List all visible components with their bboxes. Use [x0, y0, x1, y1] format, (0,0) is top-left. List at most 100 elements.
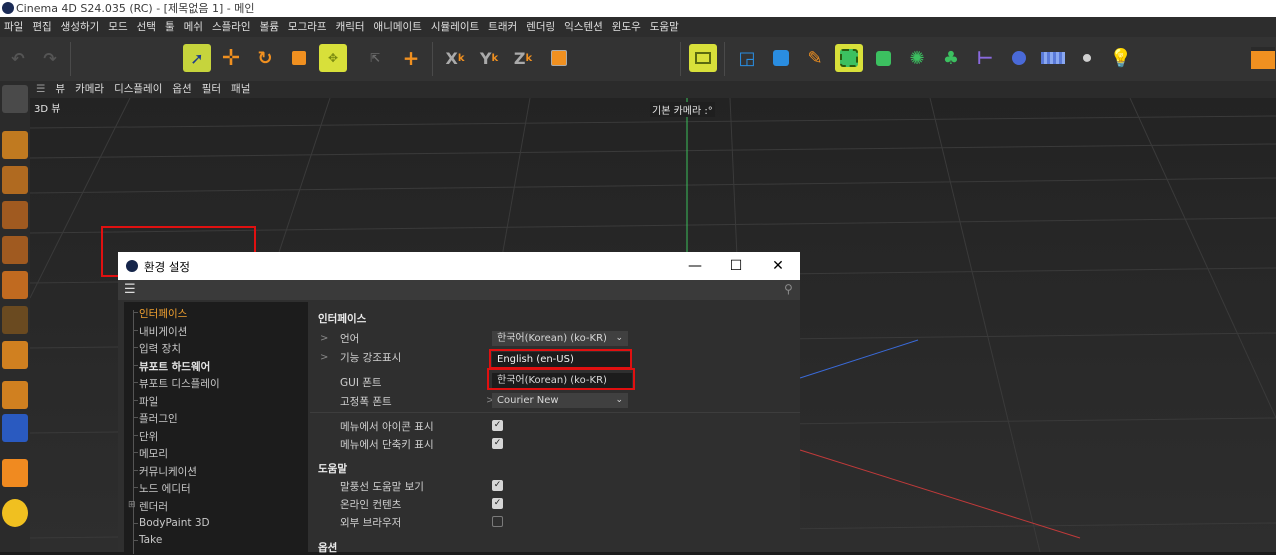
axis-center-icon[interactable]: + [397, 44, 425, 72]
menu-mograph[interactable]: 모그라프 [288, 21, 327, 33]
light-icon[interactable]: 💡 [1107, 44, 1135, 72]
tree-item-units[interactable]: 단위 [139, 429, 158, 444]
menu-window[interactable]: 윈도우 [612, 21, 641, 33]
chevron-down-icon: ⌄ [615, 333, 623, 343]
language-dropdown-value: 한국어(Korean) (ko-KR) [497, 333, 607, 344]
viewport-menu-view[interactable]: 뷰 [55, 83, 65, 95]
menu-tools[interactable]: 툴 [165, 21, 175, 33]
show-shortcuts-in-menus-checkbox[interactable]: ✓ [492, 438, 503, 449]
move-tool-icon[interactable]: ✛ [217, 44, 245, 72]
menu-edit[interactable]: 편집 [32, 21, 51, 33]
tree-item-input-devices[interactable]: 입력 장치 [139, 341, 181, 356]
make-editable-icon[interactable] [2, 85, 28, 113]
texture-mode-icon[interactable] [2, 166, 28, 194]
menu-file[interactable]: 파일 [4, 21, 23, 33]
tree-item-viewport-hardware[interactable]: 뷰포트 하드웨어 [139, 359, 210, 374]
close-icon[interactable]: ✕ [766, 256, 790, 276]
tree-item-interface[interactable]: 인터페이스 [139, 306, 187, 321]
dialog-titlebar[interactable]: 환경 설정 — ☐ ✕ [118, 252, 800, 280]
language-dropdown[interactable]: 한국어(Korean) (ko-KR) ⌄ [492, 331, 628, 346]
grid-snap-icon[interactable] [2, 414, 28, 442]
deformer-icon[interactable]: ⊢ [971, 44, 999, 72]
tree-item-files[interactable]: 파일 [139, 394, 158, 409]
menu-tracker[interactable]: 트래커 [488, 21, 517, 33]
window-titlebar: Cinema 4D S24.035 (RC) - [제목없음 1] - 메인 [0, 0, 1276, 17]
online-content-checkbox[interactable]: ✓ [492, 498, 503, 509]
tree-item-plugins[interactable]: 플러그인 [139, 411, 178, 426]
preferences-dialog: 환경 설정 — ☐ ✕ ☰ ⚲ 인터페이스 내비게이션 입력 장치 뷰포트 하드… [118, 252, 800, 554]
show-icons-in-menus-checkbox[interactable]: ✓ [492, 420, 503, 431]
lock-x-axis-icon[interactable]: Xk [441, 44, 469, 72]
viewport-menu-camera[interactable]: 카메라 [75, 83, 104, 95]
menu-character[interactable]: 캐릭터 [336, 21, 365, 33]
axis-y-sub: k [491, 52, 499, 64]
render-region-icon[interactable] [689, 44, 717, 72]
viewport-menu-options[interactable]: 옵션 [172, 83, 191, 95]
tree-item-memory[interactable]: 메모리 [139, 446, 168, 461]
polygon-mode-icon[interactable] [2, 271, 28, 299]
viewport-menu-panel[interactable]: 패널 [231, 83, 250, 95]
menu-select[interactable]: 선택 [137, 21, 156, 33]
menu-volume[interactable]: 볼륨 [260, 21, 279, 33]
hamburger-menu-icon[interactable]: ☰ [124, 282, 136, 297]
menu-mode[interactable]: 모드 [108, 21, 127, 33]
axis-mode-icon[interactable] [2, 341, 28, 369]
solo-icon[interactable] [2, 499, 28, 527]
menu-create[interactable]: 생성하기 [61, 21, 100, 33]
array-icon[interactable]: ♣ [937, 44, 965, 72]
lock-y-axis-icon[interactable]: Yk [475, 44, 503, 72]
uv-mode-icon[interactable] [2, 306, 28, 334]
minimize-icon[interactable]: — [683, 256, 707, 276]
null-object-icon[interactable]: ◲ [733, 44, 761, 72]
transform-tool-icon[interactable]: ✥ [319, 44, 347, 72]
coordinate-system-icon[interactable] [545, 44, 573, 72]
menu-spline[interactable]: 스플라인 [212, 21, 251, 33]
tree-item-renderer[interactable]: 렌더러 [139, 499, 168, 514]
undo-icon[interactable]: ↶ [4, 44, 32, 72]
rotate-tool-icon[interactable]: ↻ [251, 44, 279, 72]
annotation-box-korean [487, 368, 635, 390]
menu-render[interactable]: 렌더링 [526, 21, 555, 33]
workplane-icon[interactable] [2, 381, 28, 409]
chevron-right-icon[interactable]: > [320, 333, 328, 344]
tree-item-communication[interactable]: 커뮤니케이션 [139, 464, 197, 479]
tree-expand-icon[interactable]: ⊞ [128, 500, 136, 510]
viewport-menu-filter[interactable]: 필터 [202, 83, 221, 95]
redo-icon[interactable]: ↷ [36, 44, 64, 72]
point-mode-icon[interactable] [2, 201, 28, 229]
search-icon[interactable]: ⚲ [784, 282, 793, 296]
tree-item-bodypaint[interactable]: BodyPaint 3D [139, 517, 210, 529]
cube-icon[interactable] [767, 44, 795, 72]
monospace-font-dropdown[interactable]: Courier New ⌄ [492, 393, 628, 408]
field-icon[interactable] [1005, 44, 1033, 72]
tree-item-node-editor[interactable]: 노드 에디터 [139, 481, 191, 496]
external-browser-checkbox[interactable] [492, 516, 503, 527]
tree-item-navigation[interactable]: 내비게이션 [139, 324, 187, 339]
tree-item-viewport-display[interactable]: 뷰포트 디스플레이 [139, 376, 220, 391]
select-tool-icon[interactable]: ➚ [183, 44, 211, 72]
tree-item-take[interactable]: Take [139, 534, 162, 546]
maximize-icon[interactable]: ☐ [724, 256, 748, 276]
model-mode-icon[interactable] [2, 131, 28, 159]
viewport-menu-icon[interactable]: ☰ [36, 83, 45, 95]
placement-tool-icon[interactable]: ⇱ [361, 44, 389, 72]
pen-tool-icon[interactable]: ✎ [801, 44, 829, 72]
scale-tool-icon[interactable] [285, 44, 313, 72]
camera-icon[interactable]: ⏺ [1073, 44, 1101, 72]
lock-z-axis-icon[interactable]: Zk [509, 44, 537, 72]
menu-extensions[interactable]: 익스텐션 [564, 21, 603, 33]
chevron-right-icon[interactable]: > [320, 352, 328, 363]
menu-mesh[interactable]: 메쉬 [184, 21, 203, 33]
menu-simulate[interactable]: 시뮬레이트 [431, 21, 479, 33]
menu-help[interactable]: 도움말 [650, 21, 679, 33]
magnet-snap-icon[interactable] [2, 459, 28, 487]
subdivision-icon[interactable] [835, 44, 863, 72]
edge-mode-icon[interactable] [2, 236, 28, 264]
bubble-help-checkbox[interactable]: ✓ [492, 480, 503, 491]
extrude-icon[interactable] [869, 44, 897, 72]
cloner-icon[interactable]: ✺ [903, 44, 931, 72]
floor-icon[interactable] [1039, 44, 1067, 72]
menu-animate[interactable]: 애니메이트 [374, 21, 422, 33]
render-view-icon[interactable] [1250, 44, 1276, 72]
viewport-menu-display[interactable]: 디스플레이 [114, 83, 162, 95]
